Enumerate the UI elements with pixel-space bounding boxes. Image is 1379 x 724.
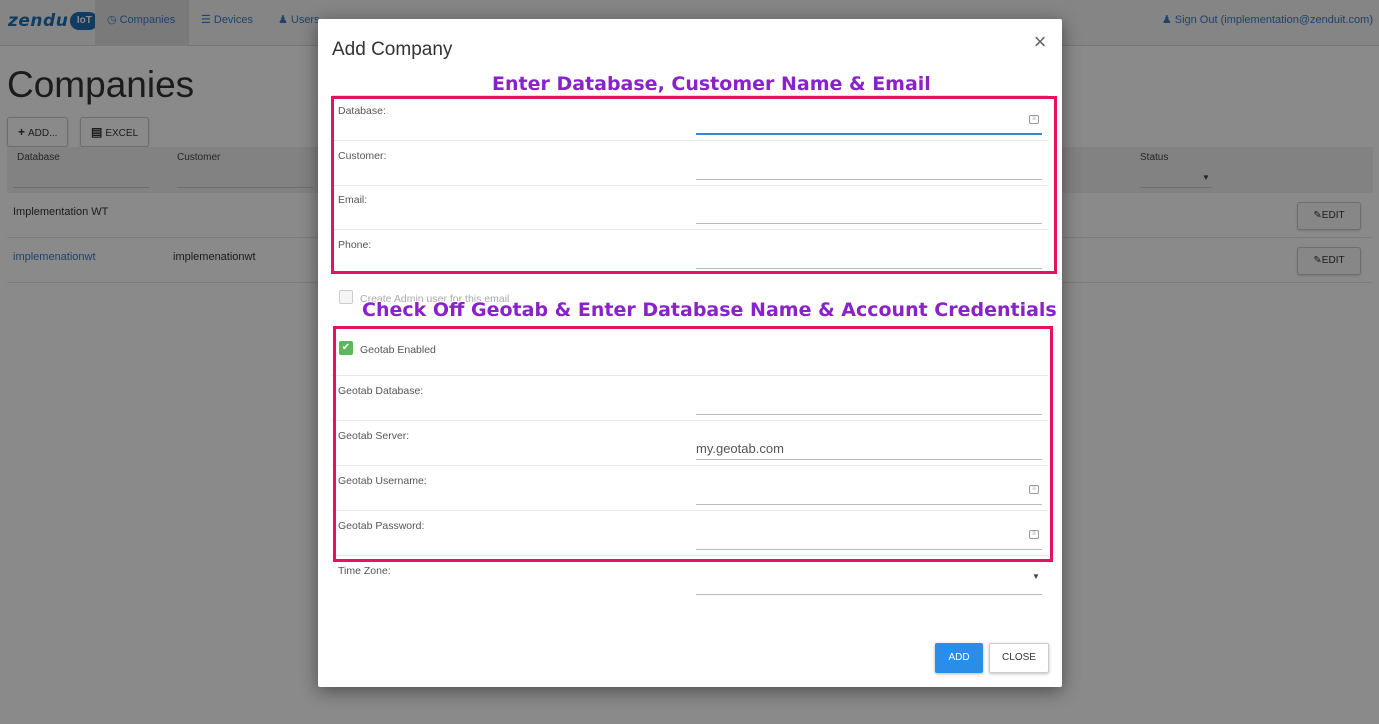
close-button[interactable]: CLOSE xyxy=(989,643,1049,673)
add-company-dialog: Add Company × Database: ≡ Customer: Emai… xyxy=(318,19,1062,687)
create-admin-checkbox[interactable] xyxy=(339,290,353,304)
highlight-box-basic-fields xyxy=(331,96,1057,274)
highlight-box-geotab-fields xyxy=(333,326,1053,562)
timezone-label: Time Zone: xyxy=(338,565,391,577)
chevron-down-icon: ▼ xyxy=(1032,572,1040,581)
dialog-title: Add Company xyxy=(332,39,453,60)
close-icon[interactable]: × xyxy=(1030,31,1050,53)
annotation-bottom: Check Off Geotab & Enter Database Name &… xyxy=(362,299,1057,321)
timezone-row: Time Zone: ▼ xyxy=(332,556,1048,601)
annotation-top: Enter Database, Customer Name & Email xyxy=(492,73,931,95)
add-button[interactable]: ADD xyxy=(935,643,983,673)
timezone-select[interactable] xyxy=(696,560,1042,595)
